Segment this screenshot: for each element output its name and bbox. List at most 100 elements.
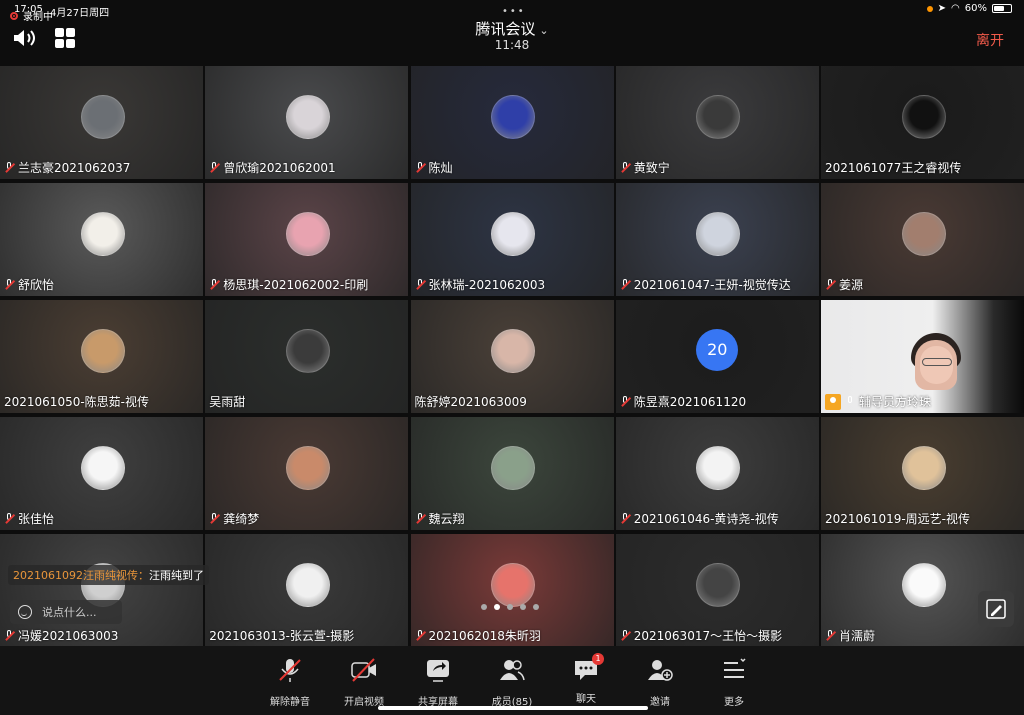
participant-name-label: 舒欣怡 bbox=[4, 276, 54, 293]
participant-name-label: 2021061077王之睿视传 bbox=[825, 159, 961, 176]
participant-tile[interactable]: 2021063013-张云萱-摄影 bbox=[205, 534, 409, 647]
participant-tile[interactable]: 2021061047-王妍-视觉传达 bbox=[615, 183, 819, 296]
page-dot[interactable] bbox=[507, 604, 513, 610]
mic-muted-icon bbox=[620, 629, 631, 642]
participant-tile[interactable]: 曾欣瑜2021062001 bbox=[205, 66, 409, 179]
participant-tile[interactable]: 冯媛2021063003 bbox=[0, 534, 203, 647]
wifi-icon: ◠ bbox=[951, 3, 960, 14]
mic-muted-icon bbox=[4, 278, 15, 291]
participant-name-label: 杨思琪-2021062002-印刷 bbox=[209, 276, 368, 293]
annotate-button[interactable] bbox=[978, 591, 1014, 627]
participant-tile[interactable]: 2021061077王之睿视传 bbox=[821, 66, 1024, 179]
unmute-button[interactable]: 解除静音 bbox=[257, 656, 323, 708]
share-screen-icon bbox=[427, 660, 449, 682]
more-button[interactable]: 更多 bbox=[701, 656, 767, 708]
participant-tile[interactable]: 陈灿 bbox=[410, 66, 614, 179]
participant-tile[interactable]: 张林瑞-2021062003 bbox=[410, 183, 614, 296]
mic-muted-icon bbox=[415, 512, 426, 525]
page-dot[interactable] bbox=[481, 604, 487, 610]
participant-tile[interactable]: 2021062018朱昕羽 bbox=[410, 534, 614, 647]
participant-name: 2021061019-周远艺-视传 bbox=[825, 512, 971, 526]
page-dot[interactable] bbox=[520, 604, 526, 610]
avatar bbox=[285, 562, 330, 607]
avatar bbox=[901, 211, 946, 256]
participant-name: 张林瑞-2021062003 bbox=[428, 278, 546, 292]
avatar bbox=[491, 445, 535, 490]
participant-tile[interactable]: 吴雨甜 bbox=[205, 300, 409, 413]
mic-muted-icon bbox=[415, 161, 426, 174]
participant-name: 2021062018朱昕羽 bbox=[428, 629, 541, 643]
participant-name-label: 姜源 bbox=[825, 276, 863, 293]
participant-tile[interactable]: 2021061050-陈思茹-视传 bbox=[0, 300, 203, 413]
mic-muted-icon bbox=[415, 629, 426, 642]
chat-button[interactable]: 1 聊天 bbox=[553, 653, 619, 705]
participant-tile[interactable]: 兰志豪2021062037 bbox=[0, 66, 203, 179]
record-icon bbox=[10, 11, 18, 20]
pen-edit-icon bbox=[986, 599, 1006, 619]
meeting-timer: 11:48 bbox=[494, 38, 530, 52]
mic-muted-icon bbox=[620, 395, 631, 408]
participant-tile[interactable]: 魏云翔 bbox=[410, 417, 614, 530]
host-icon bbox=[825, 393, 841, 410]
chat-badge: 1 bbox=[592, 653, 604, 665]
avatar bbox=[901, 94, 946, 139]
mic-muted-icon bbox=[825, 278, 836, 291]
meeting-title-text: 腾讯会议 bbox=[475, 20, 536, 38]
participant-tile[interactable]: 黄致宁 bbox=[615, 66, 819, 179]
participant-tile[interactable]: 杨思琪-2021062002-印刷 bbox=[205, 183, 409, 296]
avatar bbox=[696, 211, 741, 256]
participant-name: 龚绮梦 bbox=[223, 512, 260, 526]
participant-name: 黄致宁 bbox=[633, 161, 670, 175]
participant-name: 辅导员方玲珠 bbox=[859, 395, 932, 409]
participant-tile[interactable]: 2021063017～王怡～摄影 bbox=[615, 534, 819, 647]
battery-percent: 60% bbox=[964, 3, 987, 14]
invite-button[interactable]: 邀请 bbox=[627, 656, 693, 708]
participant-tile[interactable]: 陈舒婷2021063009 bbox=[410, 300, 614, 413]
participant-tile[interactable]: 龚绮梦 bbox=[205, 417, 409, 530]
members-icon bbox=[500, 660, 525, 681]
participant-name: 2021061046-黄诗尧-视传 bbox=[633, 512, 779, 526]
mic-muted-icon bbox=[620, 278, 631, 291]
chat-input[interactable]: 说点什么... bbox=[10, 600, 122, 624]
recording-badge: 录制中 bbox=[10, 8, 53, 23]
avatar bbox=[285, 94, 330, 139]
page-dot[interactable] bbox=[494, 604, 500, 610]
participant-name-label: 吴雨甜 bbox=[209, 393, 245, 410]
members-button[interactable]: 成员(85) bbox=[479, 656, 545, 708]
leave-button[interactable]: 离开 bbox=[976, 30, 1004, 50]
participant-tile[interactable]: 姜源 bbox=[821, 183, 1024, 296]
meeting-title[interactable]: 腾讯会议 ⌄ bbox=[0, 18, 1024, 39]
avatar bbox=[285, 445, 330, 490]
participant-tile[interactable]: 20 陈昱熹2021061120 bbox=[615, 300, 819, 413]
participant-name: 2021061050-陈思茹-视传 bbox=[4, 395, 150, 409]
participant-grid: 兰志豪2021062037 曾欣瑜2021062001 陈灿 黄致宁 202106107… bbox=[0, 66, 1024, 647]
participant-name: 肖濡蔚 bbox=[839, 629, 876, 643]
participant-name-label: 曾欣瑜2021062001 bbox=[209, 159, 336, 176]
share-screen-button[interactable]: 共享屏幕 bbox=[405, 656, 471, 708]
participant-name-label: 2021061047-王妍-视觉传达 bbox=[620, 276, 791, 293]
participant-name: 张佳怡 bbox=[18, 512, 55, 526]
participant-tile[interactable]: 辅导员方玲珠 bbox=[821, 300, 1024, 413]
avatar bbox=[491, 211, 535, 256]
avatar: 20 bbox=[696, 328, 739, 371]
participant-name: 魏云翔 bbox=[428, 512, 465, 526]
participant-tile[interactable]: 张佳怡 bbox=[0, 417, 203, 530]
avatar bbox=[696, 562, 741, 607]
participant-tile[interactable]: 舒欣怡 bbox=[0, 183, 203, 296]
mic-muted-icon bbox=[4, 512, 15, 525]
participant-name-label: 陈舒婷2021063009 bbox=[415, 393, 527, 410]
mic-muted-icon bbox=[209, 278, 221, 291]
bottom-toolbar: 解除静音 开启视频 共享屏幕 成员(85) 1 聊天 邀请 更多 bbox=[0, 646, 1024, 715]
unmute-label: 解除静音 bbox=[270, 697, 310, 708]
page-dot[interactable] bbox=[533, 604, 539, 610]
mic-muted-icon bbox=[209, 512, 221, 525]
start-video-button[interactable]: 开启视频 bbox=[331, 656, 397, 708]
participant-tile[interactable]: 2021061046-黄诗尧-视传 bbox=[615, 417, 819, 530]
participant-tile[interactable]: 2021061019-周远艺-视传 bbox=[821, 417, 1024, 530]
page-indicator[interactable] bbox=[481, 604, 539, 610]
participant-name-label: 冯媛2021063003 bbox=[4, 627, 118, 644]
multitask-dots-icon[interactable]: ••• bbox=[502, 6, 526, 17]
participant-name-label: 黄致宁 bbox=[620, 159, 670, 176]
emoji-icon[interactable] bbox=[18, 605, 32, 619]
home-indicator[interactable] bbox=[378, 706, 648, 710]
